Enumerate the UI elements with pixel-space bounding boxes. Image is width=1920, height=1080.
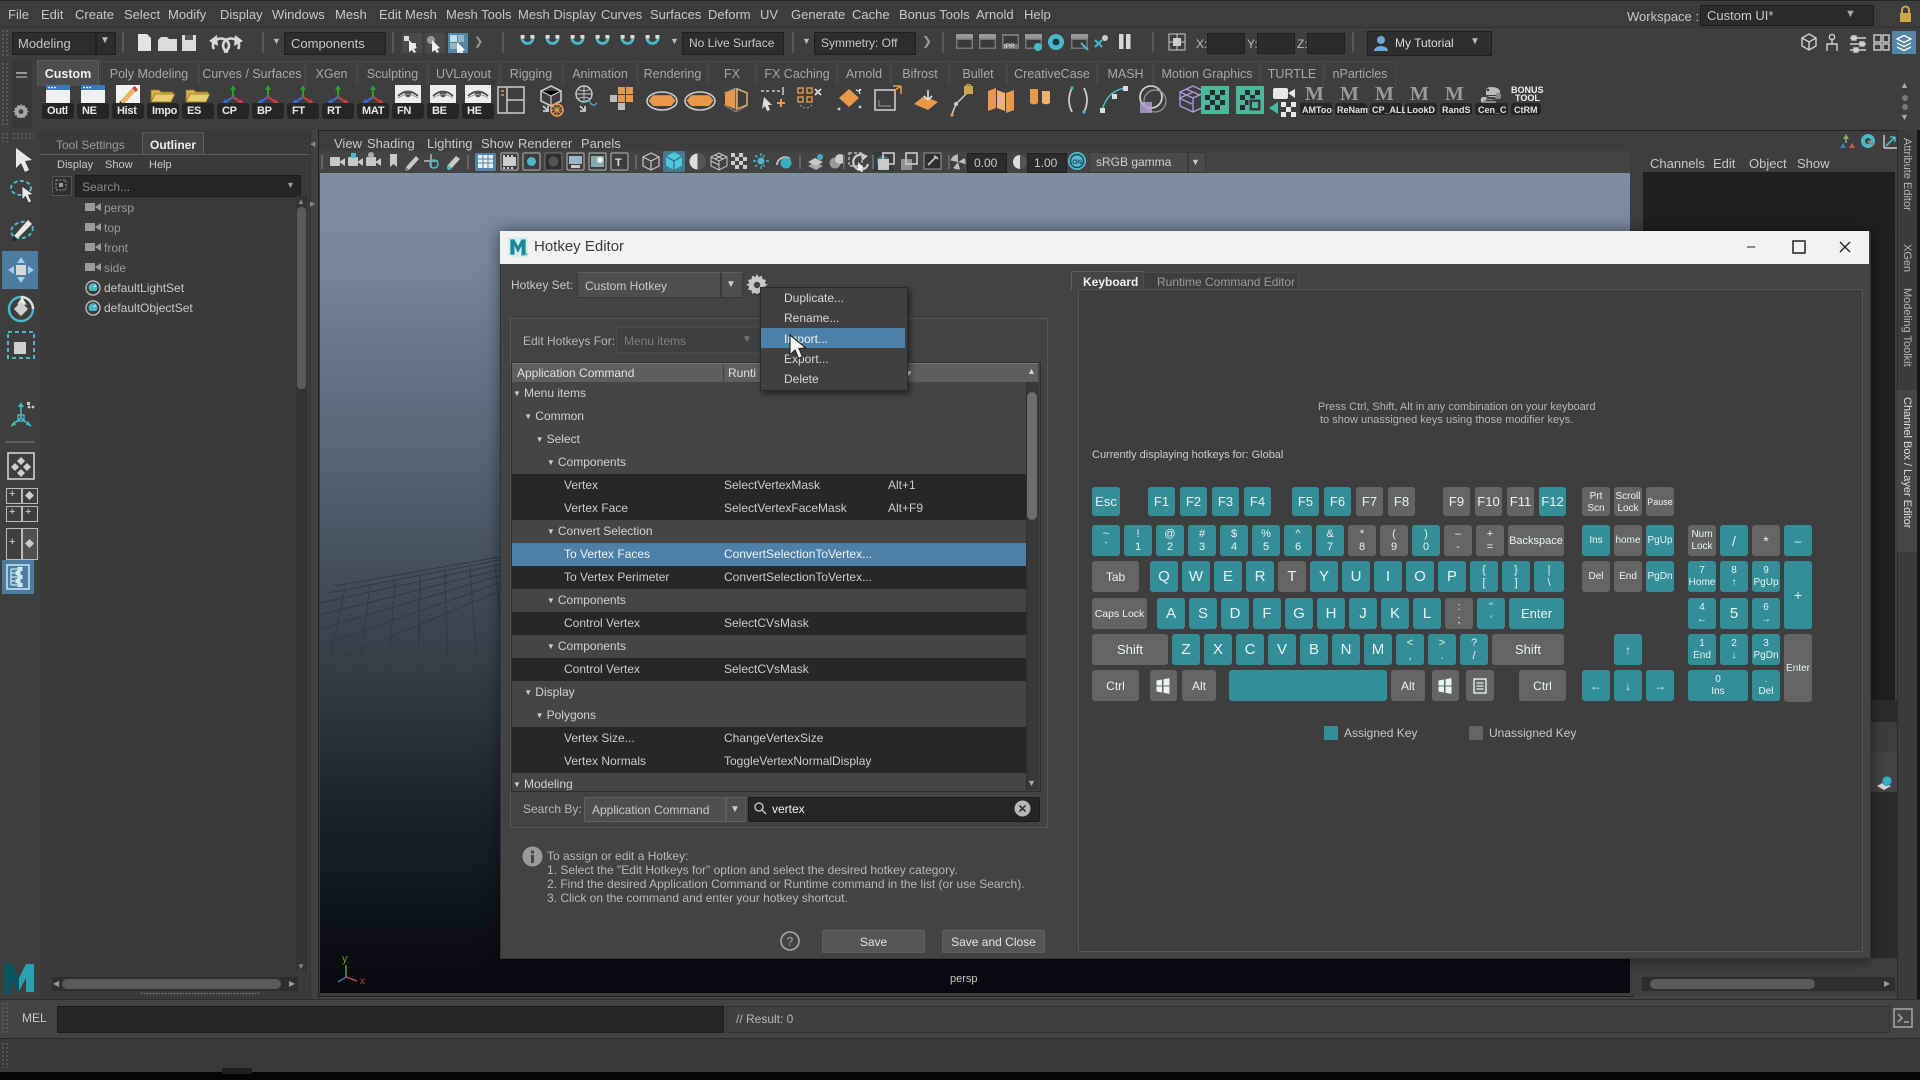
svg-text:?: ? [787,935,794,949]
svg-text:MAYA: MAYA [521,252,528,257]
svg-text:T: T [615,157,622,169]
svg-text:x: x [360,976,365,984]
svg-text:y: y [342,953,348,965]
svg-text:ON: ON [1072,159,1082,166]
svg-text:IPR: IPR [1004,43,1015,50]
